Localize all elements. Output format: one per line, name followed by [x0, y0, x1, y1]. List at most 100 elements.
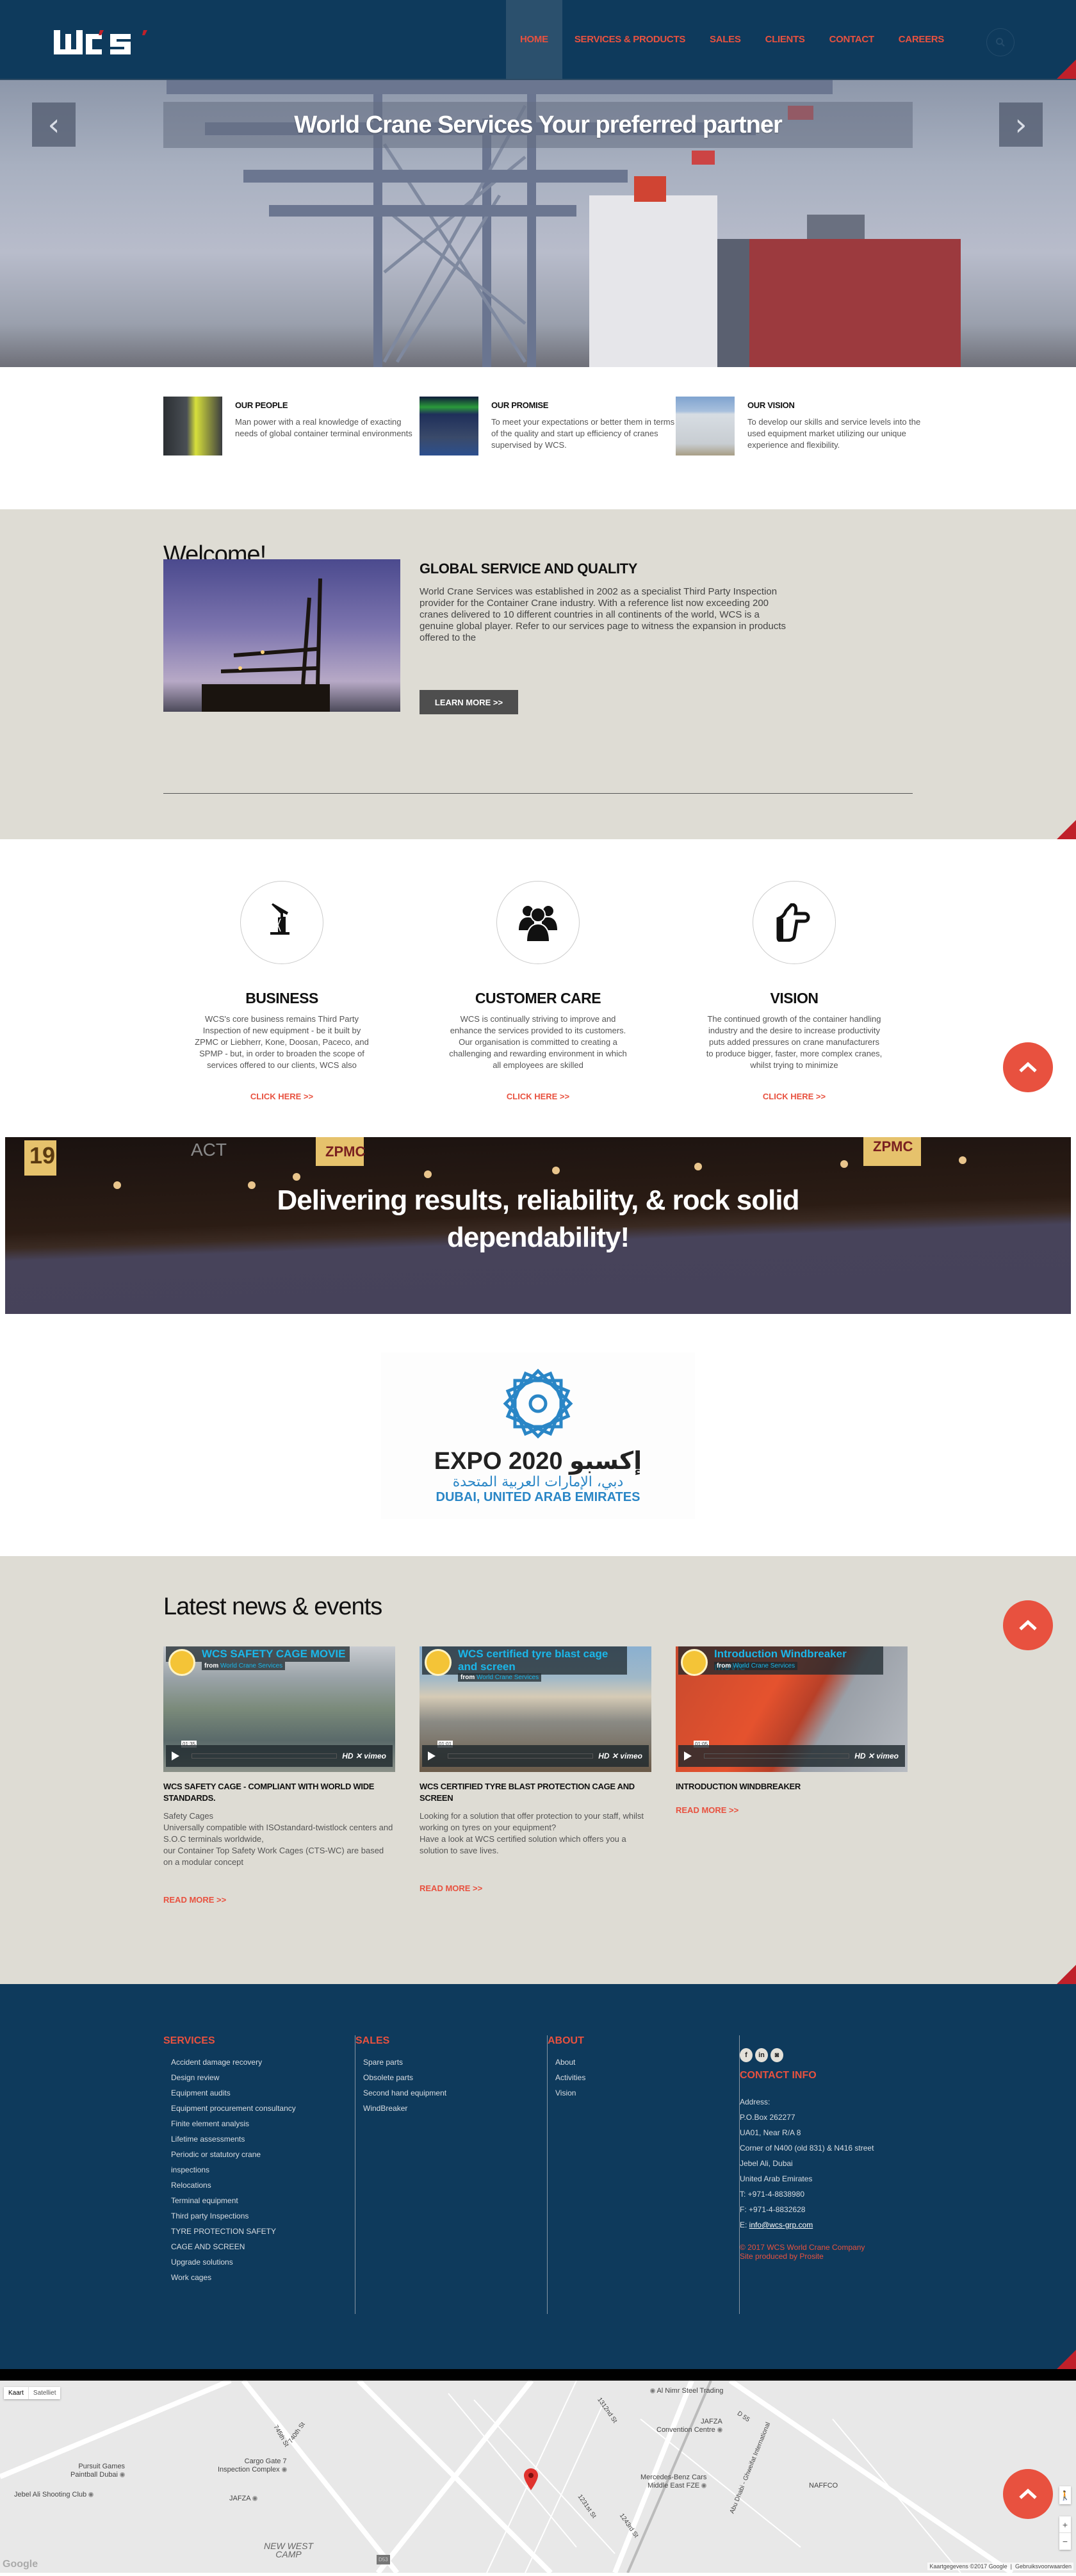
nav-sales[interactable]: SALES: [697, 0, 753, 79]
click-here-link[interactable]: CLICK HERE >>: [692, 1092, 897, 1101]
footer-about-link[interactable]: About: [555, 2055, 683, 2070]
footer-services: SERVICES Accident damage recovery Design …: [163, 2035, 355, 2314]
play-button[interactable]: [678, 1752, 697, 1760]
nav-careers[interactable]: CAREERS: [886, 0, 956, 79]
search-button[interactable]: [986, 28, 1015, 56]
contact-email-link[interactable]: info@wcs-grp.com: [749, 2220, 813, 2229]
wcs-logo[interactable]: [54, 30, 156, 54]
click-here-link[interactable]: CLICK HERE >>: [179, 1092, 384, 1101]
slider-prev-button[interactable]: ‹: [32, 103, 76, 147]
expo-2020-logo[interactable]: EXPO 2020 إكسبو دبي، الإمارات العربية ال…: [381, 1352, 695, 1519]
video-from: from World Crane Services: [202, 1662, 286, 1670]
zoom-out-button[interactable]: −: [1059, 2533, 1071, 2550]
features-section: OUR PEOPLE Man power with a real knowledg…: [0, 367, 1076, 509]
terms-link[interactable]: Gebruiksvoorwaarden: [1015, 2563, 1072, 2570]
footer-service-link[interactable]: Equipment procurement consultancy: [171, 2101, 299, 2116]
video-controls: HD ✕ vimeo: [678, 1745, 905, 1767]
video-title[interactable]: WCS certified tyre blast cage and screen: [422, 1646, 627, 1675]
footer-about-link[interactable]: Vision: [555, 2085, 683, 2101]
footer-service-link[interactable]: Accident damage recovery: [171, 2055, 299, 2070]
pillar-title: VISION: [770, 990, 819, 1006]
footer-sales-link[interactable]: WindBreaker: [363, 2101, 491, 2116]
video-progress[interactable]: [192, 1753, 338, 1759]
pillar-customer-care: CUSTOMER CARE WCS is continually strivin…: [436, 881, 640, 1101]
footer-about-link[interactable]: Activities: [555, 2070, 683, 2085]
street-view-pegman-icon[interactable]: 🚶: [1059, 2486, 1071, 2504]
footer-service-link[interactable]: Design review: [171, 2070, 299, 2085]
play-button[interactable]: [422, 1752, 441, 1760]
map-label: Mercedes-Benz Cars Middle East FZE: [640, 2473, 707, 2490]
map-type-satellite-button[interactable]: Satelliet: [29, 2387, 61, 2399]
footer-sales-link[interactable]: Second hand equipment: [363, 2085, 491, 2101]
read-more-link[interactable]: READ MORE >>: [676, 1805, 908, 1815]
nav-contact[interactable]: CONTACT: [817, 0, 886, 79]
back-to-top-button[interactable]: [1003, 2469, 1053, 2519]
play-button[interactable]: [166, 1752, 185, 1760]
instagram-icon[interactable]: ◙: [770, 2048, 783, 2062]
map-type-map-button[interactable]: Kaart: [4, 2387, 29, 2399]
footer-service-link[interactable]: Third party Inspections: [171, 2208, 299, 2224]
map-type-control: Kaart Satelliet: [4, 2387, 61, 2399]
click-here-link[interactable]: CLICK HERE >>: [436, 1092, 640, 1101]
footer-service-link[interactable]: Work cages: [171, 2270, 299, 2285]
map-label: NAFFCO: [809, 2482, 838, 2490]
video-from: from World Crane Services: [458, 1673, 542, 1682]
video-player[interactable]: WCS certified tyre blast cage and screen…: [420, 1646, 651, 1772]
nav-services-products[interactable]: SERVICES & PRODUCTS: [562, 0, 697, 79]
read-more-link[interactable]: READ MORE >>: [420, 1883, 651, 1893]
vimeo-logo[interactable]: HD ✕ vimeo: [598, 1752, 642, 1760]
news-title: WCS SAFETY CAGE - COMPLIANT WITH WORLD W…: [163, 1782, 375, 1803]
produced-by-link[interactable]: Site produced by Prosite: [740, 2252, 932, 2261]
video-progress[interactable]: [448, 1753, 594, 1759]
pillar-text: The continued growth of the container ha…: [706, 1014, 883, 1070]
footer-sales-link[interactable]: Spare parts: [363, 2055, 491, 2070]
footer-service-link[interactable]: Periodic or statutory crane inspections: [171, 2147, 299, 2178]
slider-next-button[interactable]: ›: [999, 103, 1043, 147]
facebook-icon[interactable]: f: [740, 2048, 753, 2062]
video-title[interactable]: Introduction Windbreaker movie: [678, 1646, 883, 1675]
feature-our-people: OUR PEOPLE Man power with a real knowledg…: [163, 397, 421, 455]
footer-heading: SALES: [355, 2035, 390, 2046]
map-pin-icon[interactable]: [524, 2468, 538, 2490]
pillar-title: BUSINESS: [245, 990, 318, 1006]
vimeo-logo[interactable]: HD ✕ vimeo: [342, 1752, 386, 1760]
map-label: Jebel Ali Shooting Club: [14, 2491, 94, 2499]
footer-sales-link[interactable]: Obsolete parts: [363, 2070, 491, 2085]
sign-zpmc: ZPMC: [873, 1138, 913, 1154]
feature-text: To meet your expectations or better them…: [491, 417, 675, 450]
nav-home[interactable]: HOME: [506, 0, 562, 79]
footer-service-link[interactable]: Relocations: [171, 2178, 299, 2193]
footer-service-link[interactable]: Lifetime assessments: [171, 2131, 299, 2147]
feature-our-vision: OUR VISION To develop our skills and serv…: [676, 397, 933, 455]
footer-service-link[interactable]: TYRE PROTECTION SAFETY CAGE AND SCREEN: [171, 2224, 299, 2254]
nav-clients[interactable]: CLIENTS: [753, 0, 817, 79]
footer-service-link[interactable]: Equipment audits: [171, 2085, 299, 2101]
video-progress[interactable]: [704, 1753, 850, 1759]
map-label: Al Nimr Steel Trading: [650, 2387, 723, 2395]
vimeo-avatar-icon: [425, 1649, 452, 1676]
zoom-in-button[interactable]: +: [1059, 2516, 1071, 2533]
vimeo-logo[interactable]: HD ✕ vimeo: [854, 1752, 899, 1760]
pillar-business: BUSINESS WCS's core business remains Thi…: [179, 881, 384, 1101]
corner-accent: [1057, 60, 1076, 79]
feature-image: [420, 397, 478, 455]
route-shield: D53: [377, 2555, 390, 2564]
footer-service-link[interactable]: Terminal equipment: [171, 2193, 299, 2208]
google-logo: Google: [3, 2559, 38, 2570]
contact-line: UA01, Near R/A 8: [740, 2128, 801, 2137]
video-player[interactable]: Introduction Windbreaker movie from Worl…: [676, 1646, 908, 1772]
learn-more-button[interactable]: LEARN MORE >>: [420, 690, 518, 714]
footer-service-link[interactable]: Finite element analysis: [171, 2116, 299, 2131]
linkedin-icon[interactable]: in: [755, 2048, 768, 2062]
google-map[interactable]: Kaart Satelliet Pursuit Games Paintball …: [0, 2381, 1076, 2573]
feature-image: [163, 397, 222, 455]
back-to-top-button[interactable]: [1003, 1600, 1053, 1650]
footer-about: ABOUT About Activities Vision: [548, 2035, 740, 2314]
footer-service-link[interactable]: Upgrade solutions: [171, 2254, 299, 2270]
back-to-top-button[interactable]: [1003, 1042, 1053, 1092]
read-more-link[interactable]: READ MORE >>: [163, 1895, 395, 1905]
news-item: WCS certified tyre blast cage and screen…: [420, 1646, 651, 1893]
video-player[interactable]: WCS SAFETY CAGE MOVIE from World Crane S…: [163, 1646, 395, 1772]
feature-title: OUR VISION: [747, 400, 795, 410]
site-footer: SERVICES Accident damage recovery Design …: [0, 1984, 1076, 2369]
